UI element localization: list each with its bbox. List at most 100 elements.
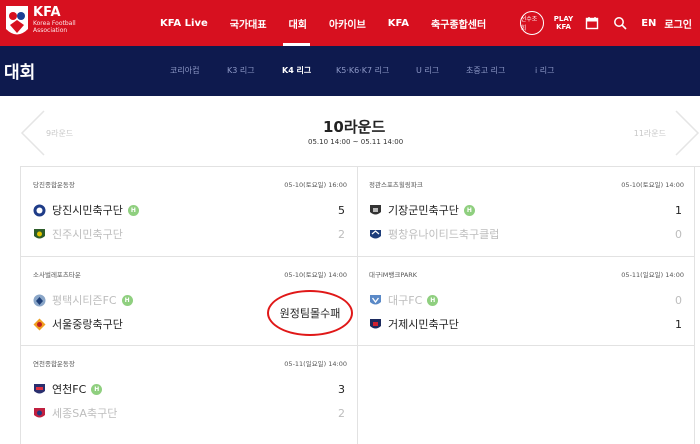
match-card[interactable]: 대구iM뱅크PARK 05-11(일요일) 14:00 대구FC H 0 거제시…	[357, 257, 695, 346]
away-team[interactable]: 세종SA축구단	[33, 405, 117, 421]
home-badge: H	[91, 383, 103, 395]
away-score: 0	[675, 228, 682, 241]
team-name: 평택시티즌FC	[52, 294, 117, 307]
tab-k4-league[interactable]: K4 리그	[282, 65, 311, 76]
home-team[interactable]: 연천FC H	[33, 381, 103, 397]
round-title: 10라운드	[323, 118, 386, 136]
round-header: 9라운드 10라운드 05.10 14:00 ~ 05.11 14:00 11라…	[20, 96, 700, 166]
team-name: 진주시민축구단	[52, 228, 123, 241]
menu-competitions[interactable]: 대회	[289, 16, 307, 31]
brand-sub-1: Korea Football	[33, 20, 76, 27]
home-team[interactable]: 평택시티즌FC H	[33, 292, 133, 308]
tab-u-league[interactable]: U 리그	[416, 65, 439, 76]
home-score: 0	[675, 294, 682, 307]
team-name: 연천FC	[52, 383, 87, 396]
search-icon[interactable]	[613, 16, 627, 30]
language-toggle[interactable]: EN	[641, 18, 656, 29]
tab-k3-league[interactable]: K3 리그	[227, 65, 255, 76]
next-round-chevron-icon[interactable]	[674, 110, 700, 156]
home-team[interactable]: 당진시민축구단 H	[33, 202, 139, 218]
player-search-button[interactable]: 선수조회	[519, 11, 544, 35]
team-name: 평창유나이티드축구클럽	[388, 228, 500, 241]
login-link[interactable]: 로그인	[664, 16, 692, 31]
away-team[interactable]: 진주시민축구단	[33, 226, 123, 242]
match-datetime: 05-10(토요일) 16:00	[284, 181, 347, 189]
match-venue: 소사벌레포츠타운	[33, 271, 81, 279]
brand-text: KFA Korea Football Association	[33, 5, 76, 35]
home-score: 3	[338, 383, 345, 396]
menu-national-team[interactable]: 국가대표	[230, 16, 267, 31]
team-name: 기장군민축구단	[388, 204, 459, 217]
section-title: 대회	[4, 63, 36, 83]
menu-archive[interactable]: 아카이브	[329, 16, 366, 31]
match-card[interactable]: 연천종합운동장 05-11(일요일) 14:00 연천FC H 3 세종SA축구…	[20, 346, 358, 444]
away-score: 2	[338, 228, 345, 241]
match-venue: 대구iM뱅크PARK	[369, 271, 418, 279]
match-datetime: 05-10(토요일) 14:00	[621, 181, 684, 189]
team-emblem-icon	[34, 383, 45, 393]
team-emblem-icon	[370, 204, 381, 214]
top-navbar: KFA Korea Football Association KFA Live …	[0, 0, 700, 46]
menu-kfa-live[interactable]: KFA Live	[160, 18, 208, 29]
match-venue: 정관스포츠힐링파크	[369, 181, 423, 189]
tab-i-league[interactable]: i 리그	[535, 65, 555, 76]
home-badge: H	[427, 294, 439, 306]
away-score: 1	[675, 318, 682, 331]
next-round-label[interactable]: 11라운드	[634, 128, 666, 139]
match-grid: 당진종합운동장 05-10(토요일) 16:00 당진시민축구단 H 5 진주시…	[20, 166, 700, 444]
prev-round-chevron-icon[interactable]	[20, 110, 46, 156]
play-kfa-line2: KFA	[556, 23, 571, 31]
page: KFA Korea Football Association KFA Live …	[0, 0, 700, 444]
home-team[interactable]: 대구FC H	[369, 292, 439, 308]
home-team[interactable]: 기장군민축구단 H	[369, 202, 475, 218]
match-card[interactable]: 소사벌레포츠타운 05-10(토요일) 14:00 평택시티즌FC H 서울중랑…	[20, 257, 358, 346]
match-venue: 연천종합운동장	[33, 360, 75, 368]
team-emblem-icon	[33, 318, 46, 330]
home-score: 1	[675, 204, 682, 217]
header-utilities: 선수조회 PLAY KFA EN 로그인	[519, 0, 700, 46]
team-emblem-icon	[33, 204, 46, 216]
team-emblem-icon	[370, 229, 381, 238]
match-venue: 당진종합운동장	[33, 181, 75, 189]
team-emblem-icon	[370, 294, 381, 304]
away-team[interactable]: 거제시민축구단	[369, 316, 459, 332]
team-name: 세종SA축구단	[52, 407, 118, 420]
prev-round-label[interactable]: 9라운드	[46, 128, 73, 139]
home-badge: H	[463, 204, 475, 216]
team-name: 서울중랑축구단	[52, 318, 123, 331]
team-emblem-icon	[34, 407, 45, 417]
main-menu: KFA Live 국가대표 대회 아카이브 KFA 축구종합센터	[160, 0, 508, 46]
brand-name: KFA	[33, 5, 61, 20]
home-badge: H	[121, 294, 133, 306]
team-name: 거제시민축구단	[388, 318, 459, 331]
round-dates: 05.10 14:00 ~ 05.11 14:00	[308, 138, 404, 146]
away-team[interactable]: 평창유나이티드축구클럽	[369, 226, 499, 242]
forfeit-note: 원정팀몰수패	[279, 307, 341, 320]
match-datetime: 05-10(토요일) 14:00	[284, 271, 347, 279]
tab-school-league[interactable]: 초중고 리그	[466, 65, 505, 76]
player-search-label: 선수조회	[520, 16, 538, 32]
forfeit-note-circled: 원정팀몰수패	[267, 290, 353, 336]
away-score: 2	[338, 407, 345, 420]
competition-subnav: 대회 코리아컵 K3 리그 K4 리그 K5·K6·K7 리그 U 리그 초중고…	[0, 46, 700, 96]
menu-football-center[interactable]: 축구종합센터	[431, 16, 486, 31]
kfa-emblem-logo[interactable]	[4, 3, 30, 41]
home-score: 5	[338, 204, 345, 217]
play-kfa-line1: PLAY	[553, 15, 574, 23]
team-emblem-icon	[34, 228, 45, 238]
menu-kfa[interactable]: KFA	[388, 18, 409, 29]
match-card[interactable]: 당진종합운동장 05-10(토요일) 16:00 당진시민축구단 H 5 진주시…	[20, 167, 358, 257]
match-datetime: 05-11(일요일) 14:00	[621, 271, 684, 279]
play-kfa-button[interactable]: PLAY KFA	[554, 15, 573, 31]
tab-k5-k6-k7-league[interactable]: K5·K6·K7 리그	[336, 65, 389, 76]
team-name: 당진시민축구단	[52, 204, 123, 217]
tab-korea-cup[interactable]: 코리아컵	[170, 65, 199, 76]
team-name: 대구FC	[388, 294, 423, 307]
away-team[interactable]: 서울중랑축구단	[33, 316, 123, 332]
calendar-icon[interactable]	[585, 16, 599, 30]
empty-match-slot	[357, 346, 695, 444]
home-badge: H	[127, 204, 139, 216]
brand-sub-2: Association	[33, 27, 68, 34]
match-card[interactable]: 정관스포츠힐링파크 05-10(토요일) 14:00 기장군민축구단 H 1 평…	[357, 167, 695, 257]
team-emblem-icon	[33, 294, 46, 306]
